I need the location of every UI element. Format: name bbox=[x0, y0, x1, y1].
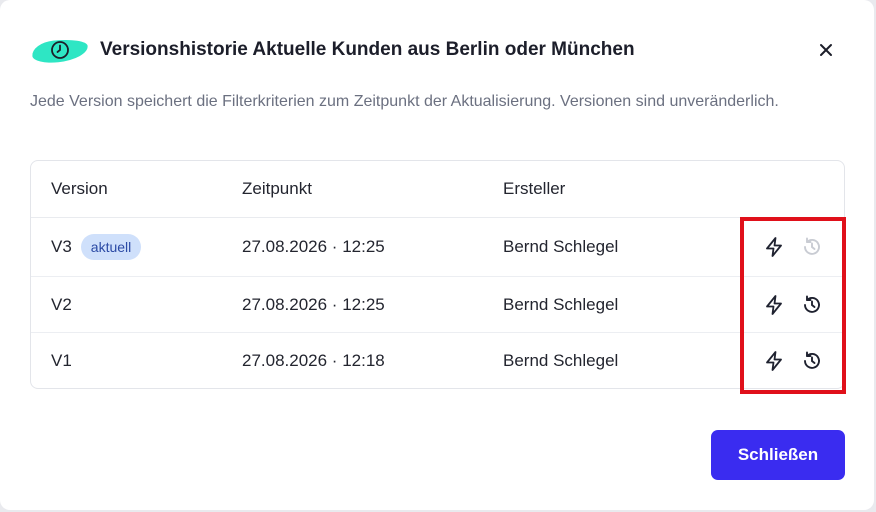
table-header-row: Version Zeitpunkt Ersteller bbox=[31, 161, 844, 218]
apply-version-button[interactable] bbox=[763, 294, 785, 316]
version-label: V2 bbox=[51, 294, 72, 314]
creator-cell: Bernd Schlegel bbox=[503, 351, 619, 370]
version-label: V3 bbox=[51, 237, 72, 256]
apply-version-button[interactable] bbox=[763, 236, 785, 258]
version-history-dialog: Versionshistorie Aktuelle Kunden aus Ber… bbox=[0, 0, 874, 510]
history-restore-icon bbox=[804, 351, 820, 369]
column-header-version: Version bbox=[51, 179, 108, 198]
table-row: V1 27.08.2026 · 12:18 Bernd Schlegel bbox=[31, 333, 844, 388]
history-restore-icon bbox=[804, 237, 820, 255]
table-row: V3 aktuell 27.08.2026 · 12:25 Bernd Schl… bbox=[31, 218, 844, 277]
clock-icon bbox=[51, 41, 69, 59]
dialog-description: Jede Version speichert die Filterkriteri… bbox=[30, 93, 779, 110]
timestamp-cell: 27.08.2026 · 12:25 bbox=[242, 237, 385, 256]
lightning-icon bbox=[766, 237, 782, 257]
timestamp-cell: 27.08.2026 · 12:25 bbox=[242, 294, 385, 314]
column-header-timestamp: Zeitpunkt bbox=[242, 179, 312, 198]
restore-version-button[interactable] bbox=[801, 350, 823, 372]
restore-version-button[interactable] bbox=[801, 294, 823, 316]
close-dialog-button[interactable]: Schließen bbox=[711, 430, 845, 480]
history-restore-icon bbox=[804, 295, 820, 313]
restore-version-button bbox=[801, 236, 823, 258]
dialog-title: Versionshistorie Aktuelle Kunden aus Ber… bbox=[100, 39, 635, 60]
version-cell: V3 aktuell bbox=[51, 234, 142, 260]
version-table: Version Zeitpunkt Ersteller V3 aktuell 2… bbox=[30, 160, 845, 389]
table-row: V2 27.08.2026 · 12:25 Bernd Schlegel bbox=[31, 277, 844, 333]
header-badge bbox=[30, 34, 89, 66]
close-button[interactable] bbox=[814, 38, 838, 62]
creator-cell: Bernd Schlegel bbox=[503, 294, 619, 314]
version-label: V1 bbox=[51, 351, 72, 370]
row-actions bbox=[763, 236, 823, 258]
row-actions bbox=[763, 294, 823, 316]
row-actions bbox=[763, 350, 823, 372]
lightning-icon bbox=[766, 294, 782, 315]
column-header-creator: Ersteller bbox=[503, 179, 566, 198]
apply-version-button[interactable] bbox=[763, 350, 785, 372]
lightning-icon bbox=[766, 351, 782, 371]
version-cell: V1 bbox=[51, 351, 72, 371]
version-cell: V2 bbox=[51, 295, 72, 315]
current-badge: aktuell bbox=[80, 234, 142, 260]
close-icon bbox=[820, 44, 832, 56]
creator-cell: Bernd Schlegel bbox=[503, 237, 619, 256]
timestamp-cell: 27.08.2026 · 12:18 bbox=[242, 351, 385, 370]
dialog-header: Versionshistorie Aktuelle Kunden aus Ber… bbox=[30, 34, 844, 66]
